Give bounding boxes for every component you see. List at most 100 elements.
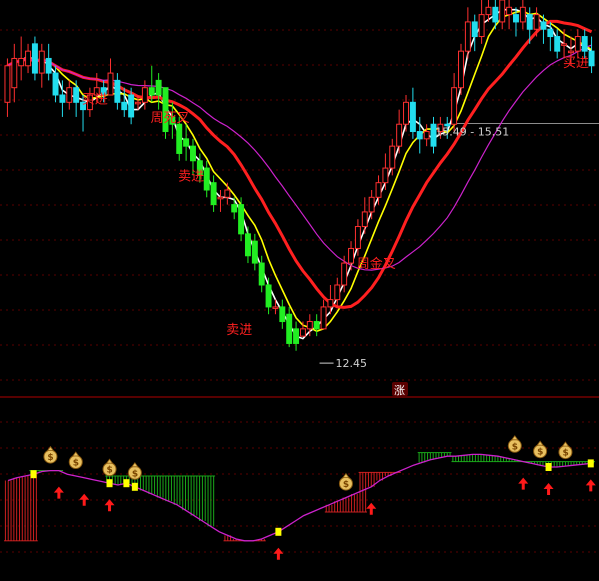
candle <box>464 7 471 59</box>
yellow-mark <box>106 479 113 488</box>
candle-body <box>526 14 533 30</box>
candle-body <box>506 6 513 16</box>
up-arrow-icon <box>53 486 64 499</box>
candle-body <box>320 306 327 330</box>
signal-label: 买进 <box>563 56 589 71</box>
candle <box>458 43 464 95</box>
candle-body <box>73 87 80 103</box>
yellow-mark <box>275 527 282 536</box>
ma-magenta-line <box>7 44 592 271</box>
up-arrow <box>53 486 64 499</box>
candle-body <box>66 87 73 103</box>
candle <box>499 0 506 30</box>
candle-body <box>519 6 526 23</box>
money-bag-symbol: $ <box>73 459 79 469</box>
candle <box>210 175 217 212</box>
candle <box>231 197 238 220</box>
up-arrow <box>273 547 284 560</box>
candle-body <box>368 196 375 213</box>
candle <box>506 0 513 30</box>
candlesticks <box>4 0 595 351</box>
candle-body <box>11 57 18 89</box>
candle-body <box>18 57 25 67</box>
candle <box>238 197 245 242</box>
candle <box>45 43 52 81</box>
candle-body <box>396 123 403 147</box>
candle <box>18 36 25 81</box>
candle-body <box>135 101 141 105</box>
signal-label: 周金叉 <box>357 256 396 272</box>
money-bag-icon: $ <box>43 445 58 464</box>
candle-body <box>31 43 38 74</box>
candle-body <box>128 94 135 118</box>
up-arrow <box>79 493 90 506</box>
candle <box>251 233 258 271</box>
candle-body <box>107 72 114 96</box>
money-bag-top <box>131 462 139 468</box>
annotations: 买进周死叉卖进卖进周金叉买进15.49 - 15.5112.45 <box>82 56 589 370</box>
up-arrow <box>518 477 529 490</box>
candle <box>265 277 272 315</box>
up-arrow-icon <box>79 493 90 506</box>
candle <box>203 160 210 198</box>
money-bag-symbol: $ <box>107 466 113 476</box>
candle-body <box>38 50 45 74</box>
candle-body <box>286 313 293 344</box>
candle-body <box>382 167 389 184</box>
candle-body <box>190 145 196 162</box>
candle <box>478 0 485 44</box>
candle <box>38 43 45 88</box>
candle-body <box>533 14 540 30</box>
candle-body <box>293 328 300 344</box>
up-arrow-icon <box>518 477 529 490</box>
candle-body <box>492 6 499 23</box>
candle <box>114 73 121 110</box>
histogram-block <box>358 471 401 491</box>
range-label: 15.49 - 15.51 <box>435 126 509 139</box>
histogram-block <box>324 490 368 513</box>
candle-body <box>567 50 574 54</box>
candle <box>293 321 300 351</box>
candle-body <box>272 306 279 309</box>
money-bag-icon: $ <box>507 435 522 453</box>
candle-body <box>52 72 59 96</box>
candle-body <box>416 131 423 140</box>
candle-body <box>231 204 238 213</box>
candle <box>286 306 293 348</box>
stock-chart: 买进周死叉卖进卖进周金叉买进15.49 - 15.5112.45 涨$$$ $$$… <box>0 0 599 560</box>
low-label: 12.45 <box>336 357 368 370</box>
signal-label: 买进 <box>82 93 108 108</box>
candle-body <box>4 65 11 103</box>
money-bag-symbol: $ <box>132 469 138 479</box>
candle-body <box>59 94 66 103</box>
candle-body <box>547 28 554 38</box>
indicator-line <box>8 453 591 542</box>
candle <box>361 197 368 234</box>
yellow-mark <box>545 463 552 471</box>
up-arrow <box>366 502 377 515</box>
candle <box>155 73 162 110</box>
signal-label: 周死叉 <box>151 111 190 126</box>
candle <box>554 29 561 59</box>
candle-body <box>155 79 162 96</box>
money-bag-icon: $ <box>68 451 83 469</box>
candle <box>519 0 526 30</box>
candle <box>4 58 11 117</box>
money-bag-top <box>510 435 519 441</box>
candle-body <box>423 131 430 140</box>
money-bag-icon: $ <box>533 440 548 459</box>
candle-body <box>183 138 190 147</box>
indicator-panel: 涨$$$$$$$$$ <box>4 0 596 560</box>
signal-label: 卖进 <box>178 169 204 184</box>
yellow-mark <box>123 479 130 488</box>
candle <box>561 29 568 59</box>
candle-body <box>581 36 588 52</box>
candle-body <box>375 182 382 198</box>
up-arrow-icon <box>273 547 284 560</box>
moving-averages <box>6 8 593 340</box>
candle-body <box>471 21 478 38</box>
candle-body <box>588 50 595 67</box>
money-bag-symbol: $ <box>562 449 568 459</box>
up-arrow-icon <box>543 483 554 495</box>
candle <box>31 36 38 81</box>
